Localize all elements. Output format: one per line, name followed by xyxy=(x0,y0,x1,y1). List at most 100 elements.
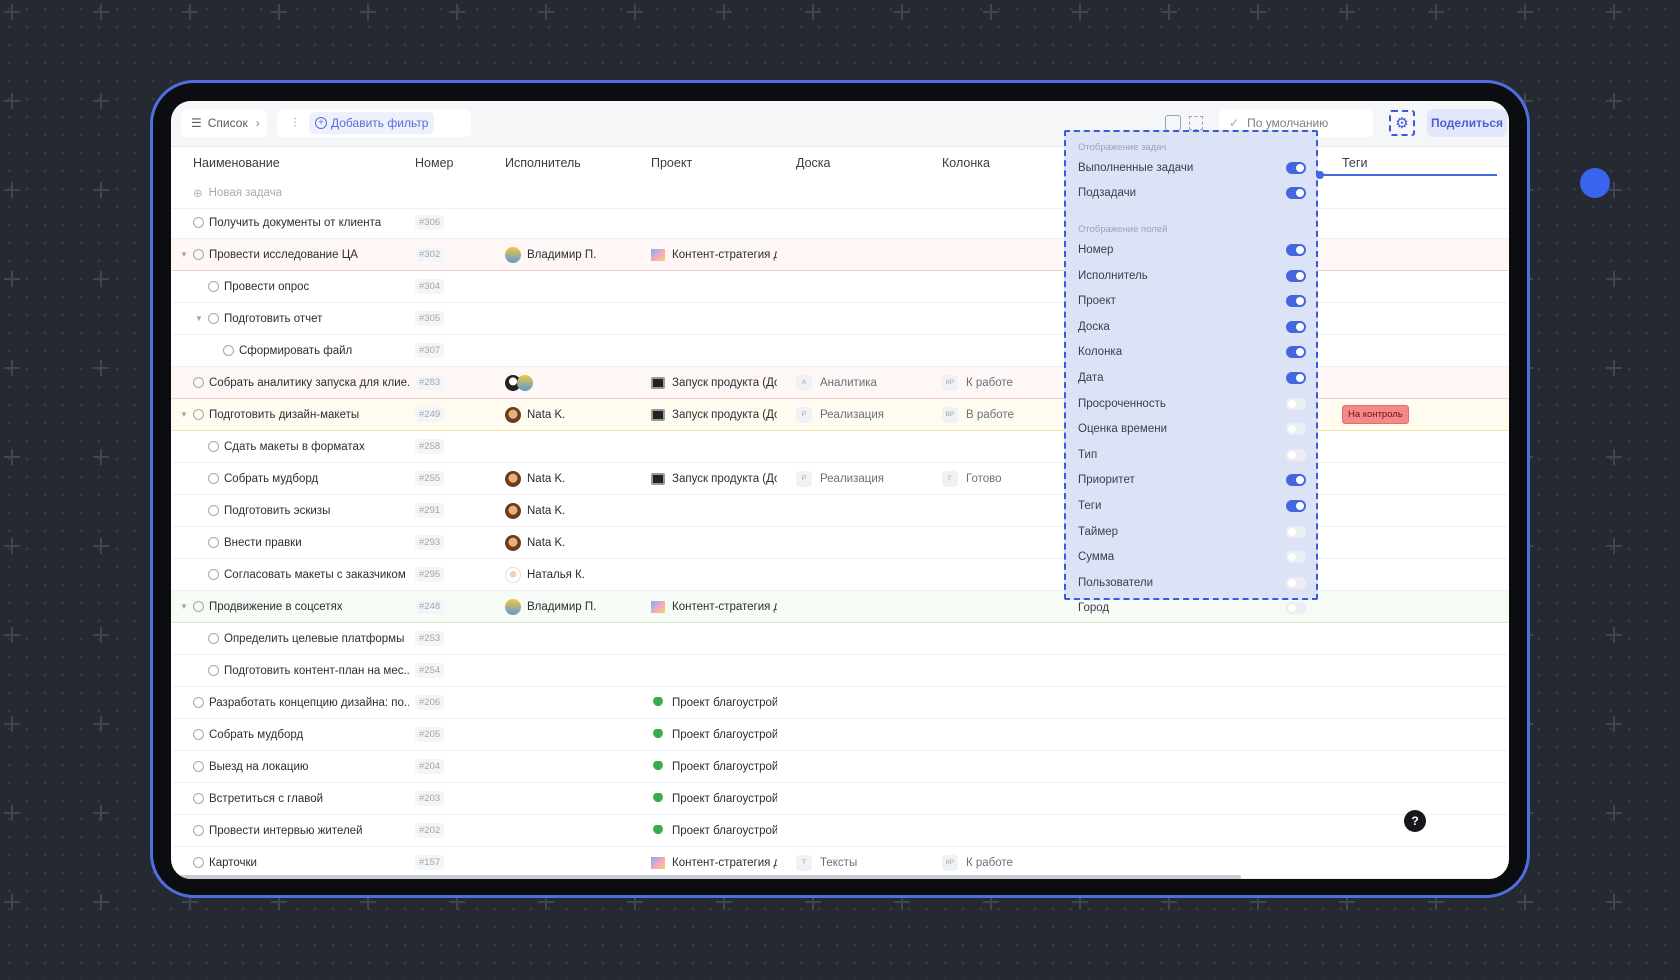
project-cell[interactable]: Проект благоустройс xyxy=(651,783,777,814)
assignee-cell[interactable] xyxy=(505,367,539,398)
help-button[interactable]: ? xyxy=(1404,810,1426,832)
project-cell[interactable]: Контент-стратегия дл xyxy=(651,239,777,270)
status-circle-icon[interactable] xyxy=(193,601,204,612)
assignee-cell[interactable]: Наталья К. xyxy=(505,559,585,590)
toggle-switch[interactable] xyxy=(1286,295,1306,308)
setting-option[interactable]: Выполненные задачи xyxy=(1078,158,1306,178)
sliders-icon[interactable]: ⫶ xyxy=(281,116,309,131)
toggle-switch[interactable] xyxy=(1286,269,1306,282)
toggle-switch[interactable] xyxy=(1286,372,1306,384)
task-name-cell[interactable]: Встретиться с главой xyxy=(193,783,409,814)
toggle-switch[interactable] xyxy=(1286,576,1306,589)
status-circle-icon[interactable] xyxy=(208,633,219,644)
setting-option[interactable]: Таймер xyxy=(1078,522,1306,542)
toggle-switch[interactable] xyxy=(1286,602,1306,615)
status-circle-icon[interactable] xyxy=(208,505,219,516)
col-column-header[interactable]: Колонка xyxy=(942,156,990,170)
toggle-switch[interactable] xyxy=(1286,187,1306,199)
toggle-switch[interactable] xyxy=(1286,346,1306,359)
assignee-cell[interactable]: Nata K. xyxy=(505,527,565,558)
task-name-cell[interactable]: Сформировать файл xyxy=(223,335,409,366)
task-name-cell[interactable]: Сдать макеты в форматах xyxy=(208,431,409,462)
table-row[interactable]: Подготовить контент-план на мес... #254 xyxy=(171,655,1509,687)
status-circle-icon[interactable] xyxy=(223,345,234,356)
project-cell[interactable]: Контент-стратегия дл xyxy=(651,591,777,622)
view-switcher-button[interactable]: ☰ Список › xyxy=(181,109,267,137)
table-row[interactable]: Встретиться с главой #203 Проект благоустр… xyxy=(171,783,1509,815)
expand-triangle-icon[interactable]: ▼ xyxy=(195,303,203,334)
status-circle-icon[interactable] xyxy=(208,281,219,292)
task-name-cell[interactable]: Собрать аналитику запуска для клие... xyxy=(193,367,409,398)
new-task-cell[interactable]: ⊕ Новая задача xyxy=(193,177,282,208)
setting-option[interactable]: Город xyxy=(1078,598,1306,618)
project-cell[interactable]: Проект благоустройс xyxy=(651,815,777,846)
task-name-cell[interactable]: Провести интервью жителей xyxy=(193,815,409,846)
task-name-cell[interactable]: Получить документы от клиента xyxy=(193,207,409,238)
col-tags-header[interactable]: Теги xyxy=(1342,156,1367,170)
status-circle-icon[interactable] xyxy=(193,377,204,388)
task-name-cell[interactable]: Внести правки xyxy=(208,527,409,558)
toggle-switch[interactable] xyxy=(1286,423,1306,436)
status-circle-icon[interactable] xyxy=(208,665,219,676)
column-cell[interactable]: КР К работе xyxy=(942,847,1013,878)
project-cell[interactable]: Контент-стратегия дл xyxy=(651,847,777,878)
toggle-switch[interactable] xyxy=(1286,551,1306,564)
task-name-cell[interactable]: Собрать мудборд xyxy=(193,719,409,750)
task-name-cell[interactable]: Собрать мудборд xyxy=(208,463,409,494)
task-name-cell[interactable]: Выезд на локацию xyxy=(193,751,409,782)
share-button[interactable]: Поделиться xyxy=(1427,109,1507,137)
toggle-switch[interactable] xyxy=(1286,500,1306,512)
toggle-switch[interactable] xyxy=(1286,162,1306,174)
table-row[interactable]: Разработать концепцию дизайна: по... #206… xyxy=(171,687,1509,719)
col-name-header[interactable]: Наименование xyxy=(193,156,280,170)
status-circle-icon[interactable] xyxy=(208,313,219,324)
status-circle-icon[interactable] xyxy=(208,569,219,580)
setting-option[interactable]: Номер xyxy=(1078,240,1306,260)
board-cell[interactable]: А Аналитика xyxy=(796,367,877,398)
setting-option[interactable]: Просроченность xyxy=(1078,394,1306,414)
setting-option[interactable]: Оценка времени xyxy=(1078,419,1306,439)
column-cell[interactable]: КР К работе xyxy=(942,367,1013,398)
add-filter-button[interactable]: + Добавить фильтр xyxy=(309,112,435,134)
status-circle-icon[interactable] xyxy=(193,249,204,260)
tags-cell[interactable]: На контроль xyxy=(1342,399,1409,430)
status-circle-icon[interactable] xyxy=(193,217,204,228)
setting-option[interactable]: Дата xyxy=(1078,368,1306,388)
col-board-header[interactable]: Доска xyxy=(796,156,831,170)
project-cell[interactable]: Запуск продукта (Док xyxy=(651,367,777,398)
setting-option[interactable]: Сумма xyxy=(1078,547,1306,567)
horizontal-scrollbar[interactable] xyxy=(171,875,1241,879)
task-name-cell[interactable]: Продвижение в соцсетях xyxy=(193,591,409,622)
project-cell[interactable]: Запуск продукта (Док xyxy=(651,399,777,430)
board-cell[interactable]: Т Тексты xyxy=(796,847,857,878)
board-cell[interactable]: Р Реализация xyxy=(796,399,884,430)
table-row[interactable]: Собрать мудборд #205 Проект благоустройс xyxy=(171,719,1509,751)
column-cell[interactable]: Г Готово xyxy=(942,463,1002,494)
task-name-cell[interactable]: Определить целевые платформы xyxy=(208,623,409,654)
status-circle-icon[interactable] xyxy=(193,729,204,740)
status-circle-icon[interactable] xyxy=(193,825,204,836)
setting-option[interactable]: Исполнитель xyxy=(1078,266,1306,286)
expand-triangle-icon[interactable]: ▼ xyxy=(180,239,188,270)
project-cell[interactable]: Проект благоустройс xyxy=(651,687,777,718)
status-circle-icon[interactable] xyxy=(193,761,204,772)
setting-option[interactable]: Колонка xyxy=(1078,342,1306,362)
col-number-header[interactable]: Номер xyxy=(415,156,453,170)
assignee-cell[interactable]: Владимир П. xyxy=(505,239,596,270)
status-circle-icon[interactable] xyxy=(208,537,219,548)
assignee-cell[interactable]: Nata K. xyxy=(505,399,565,430)
status-circle-icon[interactable] xyxy=(193,857,204,868)
setting-option[interactable]: Пользователи xyxy=(1078,573,1306,593)
task-name-cell[interactable]: Провести исследование ЦА xyxy=(193,239,409,270)
status-circle-icon[interactable] xyxy=(193,697,204,708)
task-name-cell[interactable]: Карточки xyxy=(193,847,409,878)
table-row[interactable]: Выезд на локацию #204 Проект благоустройс xyxy=(171,751,1509,783)
task-name-cell[interactable]: Провести опрос xyxy=(208,271,409,302)
toggle-switch[interactable] xyxy=(1286,244,1306,256)
status-circle-icon[interactable] xyxy=(193,409,204,420)
toggle-switch[interactable] xyxy=(1286,474,1306,487)
assignee-cell[interactable]: Nata K. xyxy=(505,463,565,494)
col-assignee-header[interactable]: Исполнитель xyxy=(505,156,581,170)
save-icon[interactable] xyxy=(1165,115,1181,131)
task-name-cell[interactable]: Подготовить эскизы xyxy=(208,495,409,526)
